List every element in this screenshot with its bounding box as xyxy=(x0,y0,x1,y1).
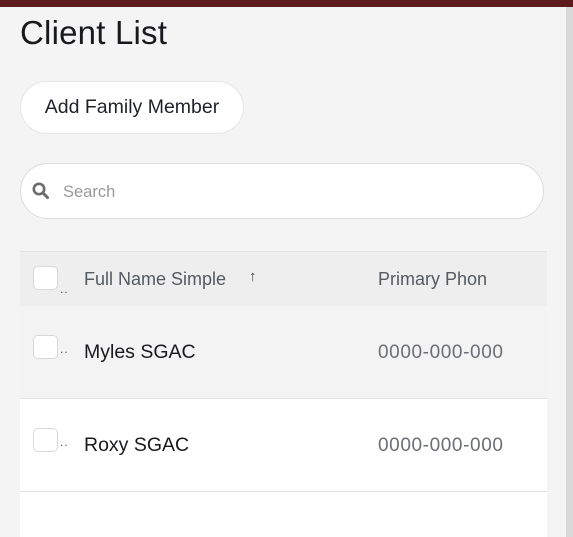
column-header-primary-phone[interactable]: Primary Phon xyxy=(378,269,487,290)
search-bar[interactable] xyxy=(20,163,544,219)
select-all-checkbox[interactable] xyxy=(33,266,58,290)
cell-full-name[interactable]: Roxy SGAC xyxy=(84,434,189,457)
search-input[interactable] xyxy=(61,176,525,208)
table-row[interactable]: .. Roxy SGAC 0000-000-000 xyxy=(20,399,547,492)
table-header: .. Full Name Simple ↑ Primary Phon xyxy=(20,251,547,307)
cell-full-name[interactable]: Myles SGAC xyxy=(84,341,196,364)
cell-primary-phone: 0000-000-000 xyxy=(378,342,504,363)
row-more-indicator: .. xyxy=(60,435,69,449)
header-more-indicator: .. xyxy=(60,282,69,296)
table-row[interactable]: .. Myles SGAC 0000-000-000 xyxy=(20,306,547,399)
row-checkbox[interactable] xyxy=(33,428,58,452)
page-title: Client List xyxy=(20,14,168,51)
cell-primary-phone: 0000-000-000 xyxy=(378,435,504,456)
client-table: .. Full Name Simple ↑ Primary Phon .. My… xyxy=(20,251,547,537)
search-icon xyxy=(32,182,49,199)
sort-ascending-icon[interactable]: ↑ xyxy=(249,268,257,285)
add-family-member-button[interactable]: Add Family Member xyxy=(20,81,244,134)
app-top-bar xyxy=(0,0,573,7)
scrollbar-track xyxy=(566,7,573,537)
header-fade xyxy=(497,252,547,307)
row-more-indicator: .. xyxy=(60,342,69,356)
column-header-full-name[interactable]: Full Name Simple xyxy=(84,269,226,290)
row-checkbox[interactable] xyxy=(33,335,58,359)
